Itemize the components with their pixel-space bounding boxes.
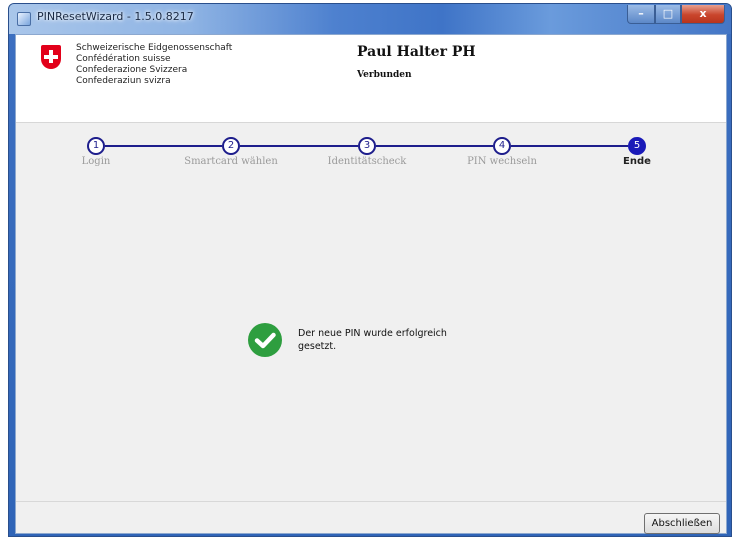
step-1-circle: 1 [87, 137, 105, 155]
footer-divider [16, 501, 726, 502]
step-2-circle: 2 [222, 137, 240, 155]
step-1-label: Login [81, 156, 111, 167]
step-3-label: Identitätscheck [327, 156, 407, 167]
step-2-label: Smartcard wählen [184, 156, 278, 167]
wizard-steps: 1 Login 2 Smartcard wählen 3 Identitätsc… [16, 135, 726, 175]
step-5-label: Ende [623, 156, 651, 167]
step-4-circle: 4 [493, 137, 511, 155]
header-panel: Schweizerische Eidgenossenschaft Confédé… [16, 35, 726, 123]
finish-button[interactable]: Abschließen [644, 513, 720, 534]
title-bar[interactable]: PINResetWizard - 1.5.0.8217 – □ x [9, 4, 731, 34]
connection-status: Verbunden [357, 70, 412, 80]
step-connector [240, 145, 358, 147]
swiss-coat-of-arms-icon [41, 45, 61, 69]
window-title: PINResetWizard - 1.5.0.8217 [37, 10, 194, 23]
close-button[interactable]: x [681, 5, 725, 24]
confederation-line-it: Confederazione Svizzera [76, 65, 188, 75]
app-window: PINResetWizard - 1.5.0.8217 – □ x Schwei… [8, 3, 732, 537]
step-5-circle: 5 [628, 137, 646, 155]
checkmark-icon [248, 323, 282, 357]
step-connector [376, 145, 493, 147]
app-icon [17, 12, 31, 26]
step-connector [511, 145, 628, 147]
confederation-line-fr: Confédération suisse [76, 54, 171, 64]
step-4-label: PIN wechseln [467, 156, 537, 167]
minimize-button[interactable]: – [627, 5, 655, 24]
wizard-content: Schweizerische Eidgenossenschaft Confédé… [15, 34, 727, 534]
maximize-button[interactable]: □ [655, 5, 681, 24]
step-connector [105, 145, 222, 147]
success-message: Der neue PIN wurde erfolgreich gesetzt. [298, 327, 498, 353]
user-name: Paul Halter PH [357, 44, 476, 60]
confederation-line-rm: Confederaziun svizra [76, 76, 171, 86]
success-message-line-2: gesetzt. [298, 341, 337, 352]
step-3-circle: 3 [358, 137, 376, 155]
confederation-text: Schweizerische Eidgenossenschaft Confédé… [76, 43, 232, 87]
confederation-line-de: Schweizerische Eidgenossenschaft [76, 43, 233, 53]
success-message-line-1: Der neue PIN wurde erfolgreich [298, 328, 447, 339]
